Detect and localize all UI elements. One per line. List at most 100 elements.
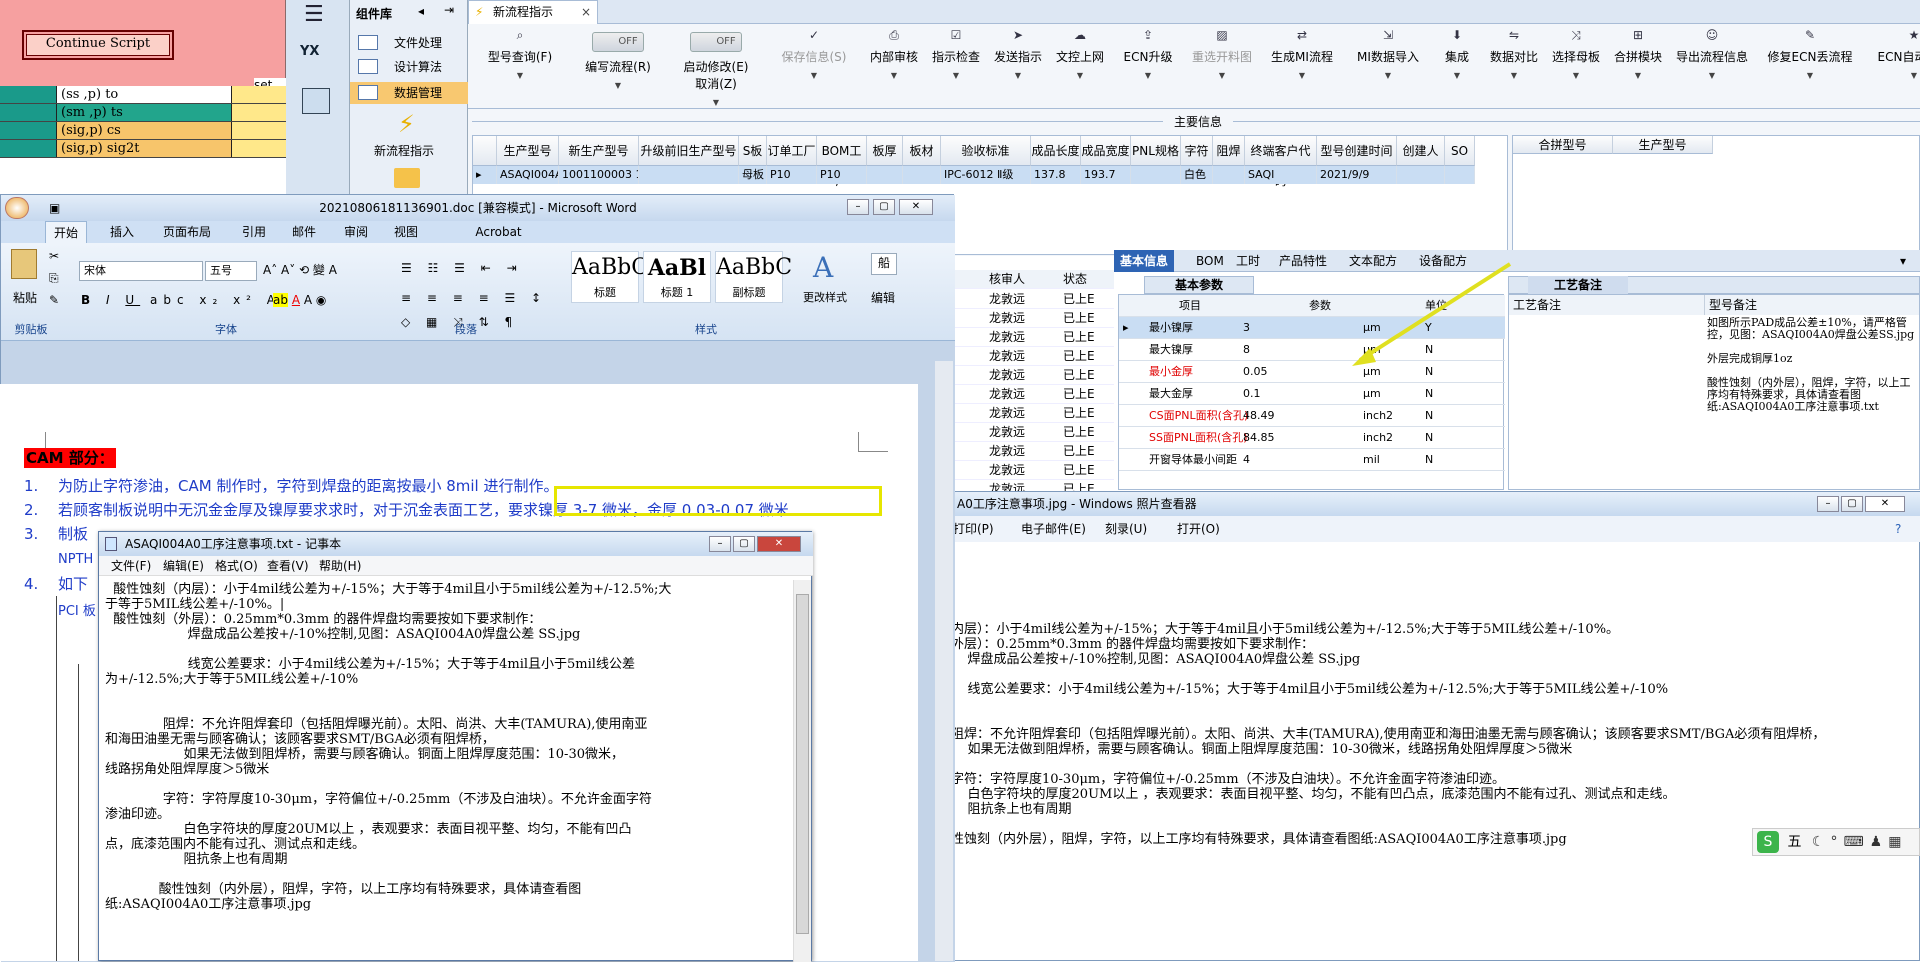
close-button[interactable]: ✕ — [757, 536, 801, 552]
model-note[interactable]: 如图所示PAD成品公差±10%，请严格管控，见图：ASAQI004A0焊盘公差S… — [1707, 317, 1917, 487]
param-row[interactable]: SS面PNL面积(含孔) 84.85 inch2 N — [1119, 427, 1505, 449]
doc-line[interactable]: 3. 制板 — [24, 524, 88, 544]
align-icons[interactable]: ≡ ≡ ≡ ≡ ☰ ↕ — [401, 291, 547, 305]
maximize-button[interactable]: ▢ — [733, 536, 755, 552]
doc-line[interactable]: 4. 如下 — [24, 574, 88, 594]
column-header[interactable]: BOM工厂 — [817, 136, 867, 188]
table-cell[interactable] — [1445, 166, 1475, 184]
toolbar-button[interactable]: ▨ 重选开料图 ▼ — [1188, 28, 1256, 98]
change-style-button[interactable]: 更改样式 — [803, 289, 847, 305]
ribbon-tab[interactable]: 开始 — [45, 221, 87, 243]
tab-product[interactable]: 产品特性 — [1279, 250, 1327, 272]
menu-print[interactable]: 打印(P) — [953, 516, 994, 542]
column-header[interactable]: 成品宽度 — [1081, 136, 1131, 166]
toolbar-button[interactable]: ⊞ 合拼模块 ▼ — [1610, 28, 1666, 98]
lightning-icon[interactable]: ⚡ — [398, 110, 415, 138]
list-item[interactable]: 龙敦远 已上E — [955, 347, 1115, 366]
style-subtitle[interactable]: AaBbC 副标题 — [715, 251, 792, 303]
machine-icon[interactable] — [302, 88, 330, 114]
column-header[interactable]: 创建人 — [1397, 136, 1445, 166]
tab-bom[interactable]: BOM — [1196, 250, 1224, 272]
list-item[interactable]: 龙敦远 已上E — [955, 461, 1115, 480]
table-cell[interactable] — [1397, 166, 1445, 184]
paste-button[interactable]: 粘贴 — [13, 289, 37, 306]
toolbar-button[interactable]: ⇪ ECN升级 ▼ — [1114, 28, 1182, 98]
toggle-switch[interactable]: OFF — [690, 32, 742, 52]
word-scrollbar[interactable] — [935, 361, 953, 961]
list-item[interactable]: 龙敦远 已上E — [955, 442, 1115, 461]
table-cell[interactable]: IPC-6012 Ⅱ级 — [941, 166, 1031, 184]
menu-help[interactable]: 帮助(H) — [319, 556, 361, 576]
menu-format[interactable]: 格式(O) — [215, 556, 258, 576]
library-item-design[interactable]: 设计算法 — [350, 56, 468, 78]
column-header[interactable]: 字符 — [1181, 136, 1213, 166]
menu-view[interactable]: 查看(V) — [267, 556, 309, 576]
list-item[interactable]: 龙敦远 已上E — [955, 423, 1115, 442]
toolbar-button[interactable]: ⎙ 内部审核 ▼ — [866, 28, 922, 98]
subtab-basic-params[interactable]: 基本参数 — [1144, 276, 1254, 294]
param-row[interactable]: 最大金厚 0.1 μm N — [1119, 383, 1505, 405]
close-button[interactable]: ✕ — [1865, 496, 1905, 512]
table-cell[interactable]: P10 — [767, 166, 817, 184]
cut-icon[interactable]: ✂ — [49, 249, 59, 263]
column-header[interactable]: 订单工厂 — [767, 136, 817, 166]
doc-line[interactable]: NPTH — [24, 548, 93, 570]
toolbar-button[interactable]: ☑ 指示检查 ▼ — [928, 28, 984, 98]
column-header[interactable]: SO — [1445, 136, 1475, 166]
ribbon-tab[interactable]: 引用 — [233, 221, 275, 243]
list-item[interactable]: 龙敦远 已上E — [955, 404, 1115, 423]
style-title[interactable]: AaBbC(标题 — [571, 251, 657, 303]
tab-basic-info[interactable]: 基本信息 — [1114, 250, 1174, 272]
ribbon-tab[interactable]: 插入 — [101, 221, 143, 243]
column-header[interactable]: 成品长度 — [1031, 136, 1081, 166]
toolbar-button[interactable]: OFF 启动修改(E) 取消(Z) ▼ — [670, 28, 762, 107]
column-header[interactable]: 升级前旧生产型号 — [639, 136, 739, 166]
table-cell[interactable] — [1131, 166, 1181, 184]
table-cell[interactable]: SAQI — [1245, 166, 1317, 184]
script-row[interactable]: (sig,p) sig2t — [0, 140, 286, 158]
script-row[interactable]: (sm ,p) ts — [0, 104, 286, 122]
folder-icon[interactable] — [394, 168, 420, 188]
toolbar-button[interactable]: ✓ 保存信息(S) ▼ — [768, 28, 860, 98]
list-item[interactable]: 龙敦远 已上E — [955, 328, 1115, 347]
subtab-process-notes[interactable]: 工艺备注 — [1528, 276, 1628, 294]
param-row[interactable]: 开窗导体最小间距 4 mil N — [1119, 449, 1505, 471]
toolbar-button[interactable]: ⇄ 生成MI流程 ▼ — [1262, 28, 1342, 98]
list-item[interactable]: 龙敦远 已上E — [955, 385, 1115, 404]
toolbar-button[interactable]: ✎ 修复ECN丢流程 ▼ — [1758, 28, 1862, 98]
param-row[interactable]: CS面PNL面积(含孔) 48.49 inch2 N — [1119, 405, 1505, 427]
toolbar-button[interactable]: ⬇ 集成 ▼ — [1434, 28, 1480, 98]
tab-hours[interactable]: 工时 — [1236, 250, 1260, 272]
font-style-icons[interactable]: B I U abc x₂ x² Aa — [81, 293, 294, 307]
toolbar-button[interactable]: ⇲ MI数据导入 ▼ — [1348, 28, 1428, 98]
chevron-left-icon[interactable]: ◂ — [418, 4, 424, 18]
column-header[interactable]: 新生产型号 — [559, 136, 639, 166]
merge-col-header[interactable]: 合拼型号 — [1513, 136, 1613, 154]
continue-script-button[interactable]: Continue Script — [22, 30, 174, 60]
find-icon[interactable]: 船 — [871, 253, 897, 275]
maximize-button[interactable]: ▢ — [1841, 496, 1863, 512]
cam-heading[interactable]: CAM 部分： — [24, 448, 116, 468]
copy-icon[interactable]: ⎘ — [49, 271, 59, 286]
script-row[interactable]: (ss ,p) to — [0, 86, 286, 104]
toolbar-button[interactable]: ⇋ 数据对比 ▼ — [1486, 28, 1542, 98]
ribbon-tab[interactable]: 审阅 — [335, 221, 377, 243]
merge-col-header[interactable]: 生产型号 — [1613, 136, 1713, 154]
font-name-select[interactable]: 宋体 — [79, 261, 203, 281]
edit-button[interactable]: 编辑 — [871, 289, 895, 306]
format-painter-icon[interactable]: ✎ — [49, 293, 59, 307]
table-cell[interactable]: ASAQI004A0 — [497, 166, 559, 184]
close-button[interactable]: ✕ — [899, 199, 933, 215]
column-header[interactable]: 板厚 — [867, 136, 903, 166]
pin-icon[interactable]: ⇥ — [444, 3, 454, 17]
paste-icon[interactable] — [11, 249, 37, 279]
highlight-color-icon[interactable]: ab A A ◉ — [273, 293, 326, 307]
list-item[interactable]: 龙敦远 已上E — [955, 366, 1115, 385]
column-header[interactable]: 生产型号 — [497, 136, 559, 166]
menu-edit[interactable]: 编辑(E) — [163, 556, 204, 576]
chevron-down-icon[interactable]: ▾ — [1900, 250, 1906, 272]
ime-bar[interactable]: S 五 ☾°⌨♟▦ — [1752, 828, 1920, 856]
list-item[interactable]: 龙敦远 已上E — [955, 290, 1115, 309]
library-item-file[interactable]: 文件处理 — [350, 32, 468, 54]
toolbar-button[interactable]: OFF 编写流程(R) ▼ — [572, 28, 664, 98]
